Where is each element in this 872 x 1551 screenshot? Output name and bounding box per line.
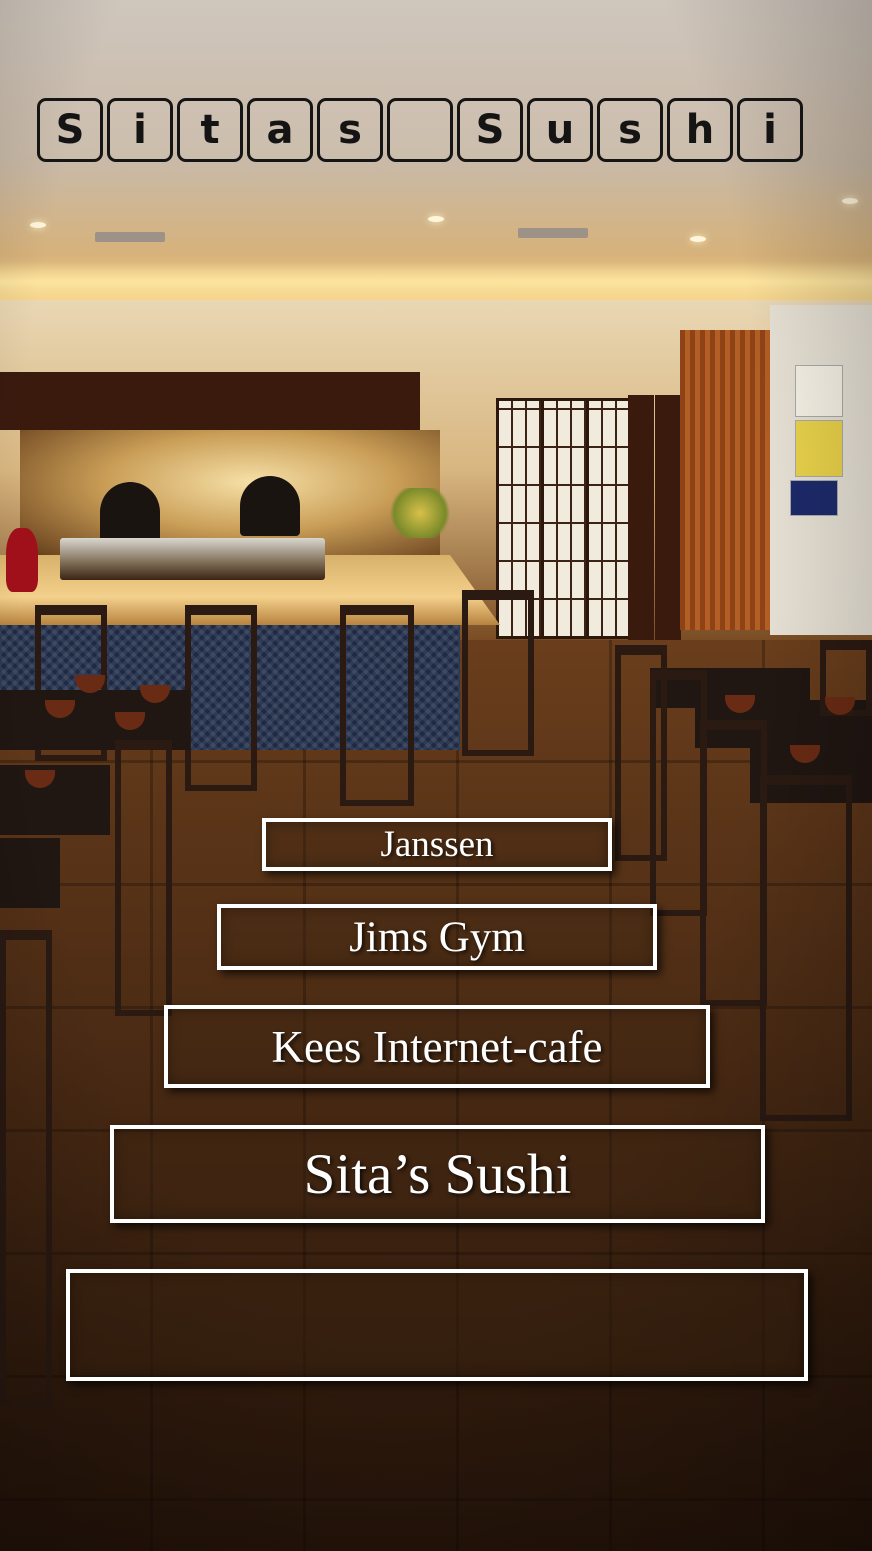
title-letter-tile: S — [37, 98, 103, 162]
menu-button-label: Janssen — [380, 824, 494, 865]
title-letter-tile: u — [527, 98, 593, 162]
menu-button-sitas-sushi[interactable]: Sita’s Sushi — [110, 1125, 765, 1223]
menu-button-janssen[interactable]: Janssen — [262, 818, 612, 871]
title-letter-tile: s — [597, 98, 663, 162]
menu-button-kees-internet-cafe[interactable]: Kees Internet-cafe — [164, 1005, 710, 1088]
title-letter-tile: i — [737, 98, 803, 162]
title-letter-tile: s — [317, 98, 383, 162]
title-letter-tile: t — [177, 98, 243, 162]
menu-button-label: Sita’s Sushi — [303, 1142, 572, 1206]
menu-button-jims-gym[interactable]: Jims Gym — [217, 904, 657, 970]
title-letter-tile-blank — [387, 98, 453, 162]
menu-button-label: Kees Internet-cafe — [271, 1021, 603, 1072]
title-letter-tile: a — [247, 98, 313, 162]
menu-button-empty[interactable] — [66, 1269, 808, 1381]
title-letter-tile: S — [457, 98, 523, 162]
title-letter-tile: h — [667, 98, 733, 162]
title-letter-tile: i — [107, 98, 173, 162]
menu-button-label: Jims Gym — [349, 913, 525, 961]
game-title: S i t a s S u s h i — [37, 98, 839, 166]
